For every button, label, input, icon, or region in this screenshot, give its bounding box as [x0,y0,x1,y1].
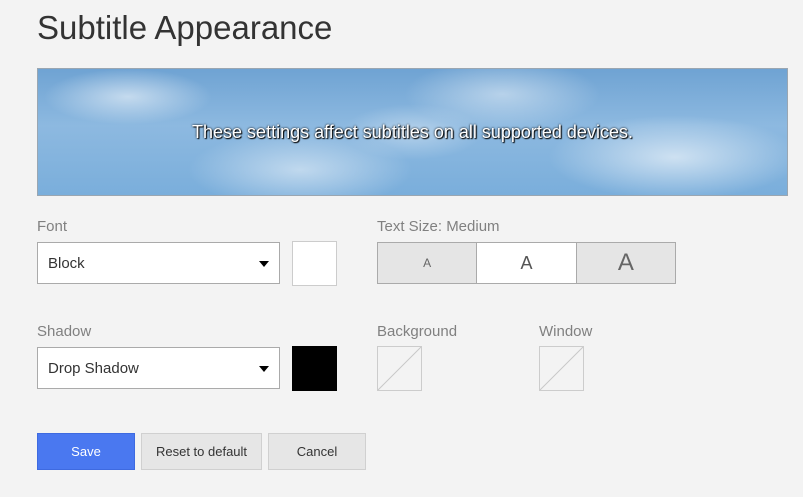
text-size-small-button[interactable]: A [378,243,478,283]
font-select[interactable]: Block [37,242,280,284]
text-size-medium-button[interactable]: A [477,243,577,283]
cancel-button[interactable]: Cancel [268,433,366,470]
chevron-down-icon [259,366,269,372]
window-color-swatch[interactable] [539,346,584,391]
text-size-selector: A A A [377,242,676,284]
shadow-select-value: Drop Shadow [48,359,139,377]
window-label: Window [539,323,593,340]
subtitle-preview: These settings affect subtitles on all s… [37,68,788,196]
background-label: Background [377,323,458,340]
page-title: Subtitle Appearance [37,9,333,46]
save-button[interactable]: Save [37,433,135,470]
font-label: Font [37,218,68,235]
shadow-label: Shadow [37,323,92,340]
font-select-value: Block [48,254,85,272]
no-color-icon [377,346,422,391]
font-color-swatch[interactable] [292,241,337,286]
no-color-icon [539,346,584,391]
reset-to-default-button[interactable]: Reset to default [141,433,262,470]
chevron-down-icon [259,261,269,267]
text-size-label: Text Size: Medium [377,218,500,235]
shadow-select[interactable]: Drop Shadow [37,347,280,389]
text-size-large-button[interactable]: A [576,243,675,283]
preview-text: These settings affect subtitles on all s… [192,121,633,142]
background-color-swatch[interactable] [377,346,422,391]
shadow-color-swatch[interactable] [292,346,337,391]
